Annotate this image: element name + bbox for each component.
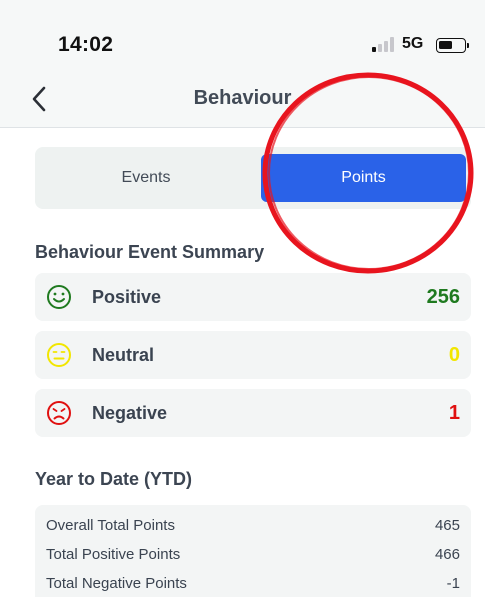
tab-points[interactable]: Points	[261, 154, 466, 202]
smile-icon	[47, 285, 71, 309]
neutral-summary-card[interactable]: Neutral 0	[35, 331, 471, 379]
ytd-row-overall: Overall Total Points 465	[46, 517, 460, 539]
ytd-positive-label: Total Positive Points	[46, 546, 181, 563]
segmented-control: Events Points	[35, 147, 471, 209]
tab-events[interactable]: Events	[35, 147, 257, 209]
battery-icon	[436, 38, 466, 53]
negative-label: Negative	[92, 403, 168, 423]
negative-count: 1	[448, 402, 460, 424]
ytd-overall-value: 465	[434, 517, 460, 534]
status-time: 14:02	[58, 33, 114, 56]
ytd-negative-value: -1	[446, 575, 460, 592]
ytd-positive-value: 466	[434, 546, 460, 563]
ytd-row-positive: Total Positive Points 466	[46, 546, 460, 568]
neutral-label: Neutral	[92, 345, 155, 365]
positive-count: 256	[426, 286, 460, 308]
page-title: Behaviour	[193, 87, 292, 109]
summary-section-title: Behaviour Event Summary	[35, 242, 265, 262]
ytd-negative-label: Total Negative Points	[46, 575, 187, 592]
neutral-face-icon	[47, 343, 71, 367]
battery-terminal	[467, 43, 469, 48]
neutral-count: 0	[448, 344, 460, 366]
ytd-overall-label: Overall Total Points	[46, 517, 175, 534]
network-type: 5G	[402, 35, 424, 52]
positive-label: Positive	[92, 287, 162, 307]
ytd-section-title: Year to Date (YTD)	[35, 469, 193, 489]
signal-strength-icon	[372, 36, 396, 52]
ytd-row-negative: Total Negative Points -1	[46, 575, 460, 597]
header: 14:02 5G Behaviour	[0, 0, 485, 128]
positive-summary-card[interactable]: Positive 256	[35, 273, 471, 321]
sad-face-icon	[47, 401, 71, 425]
ytd-card: Overall Total Points 465 Total Positive …	[35, 505, 471, 597]
negative-summary-card[interactable]: Negative 1	[35, 389, 471, 437]
